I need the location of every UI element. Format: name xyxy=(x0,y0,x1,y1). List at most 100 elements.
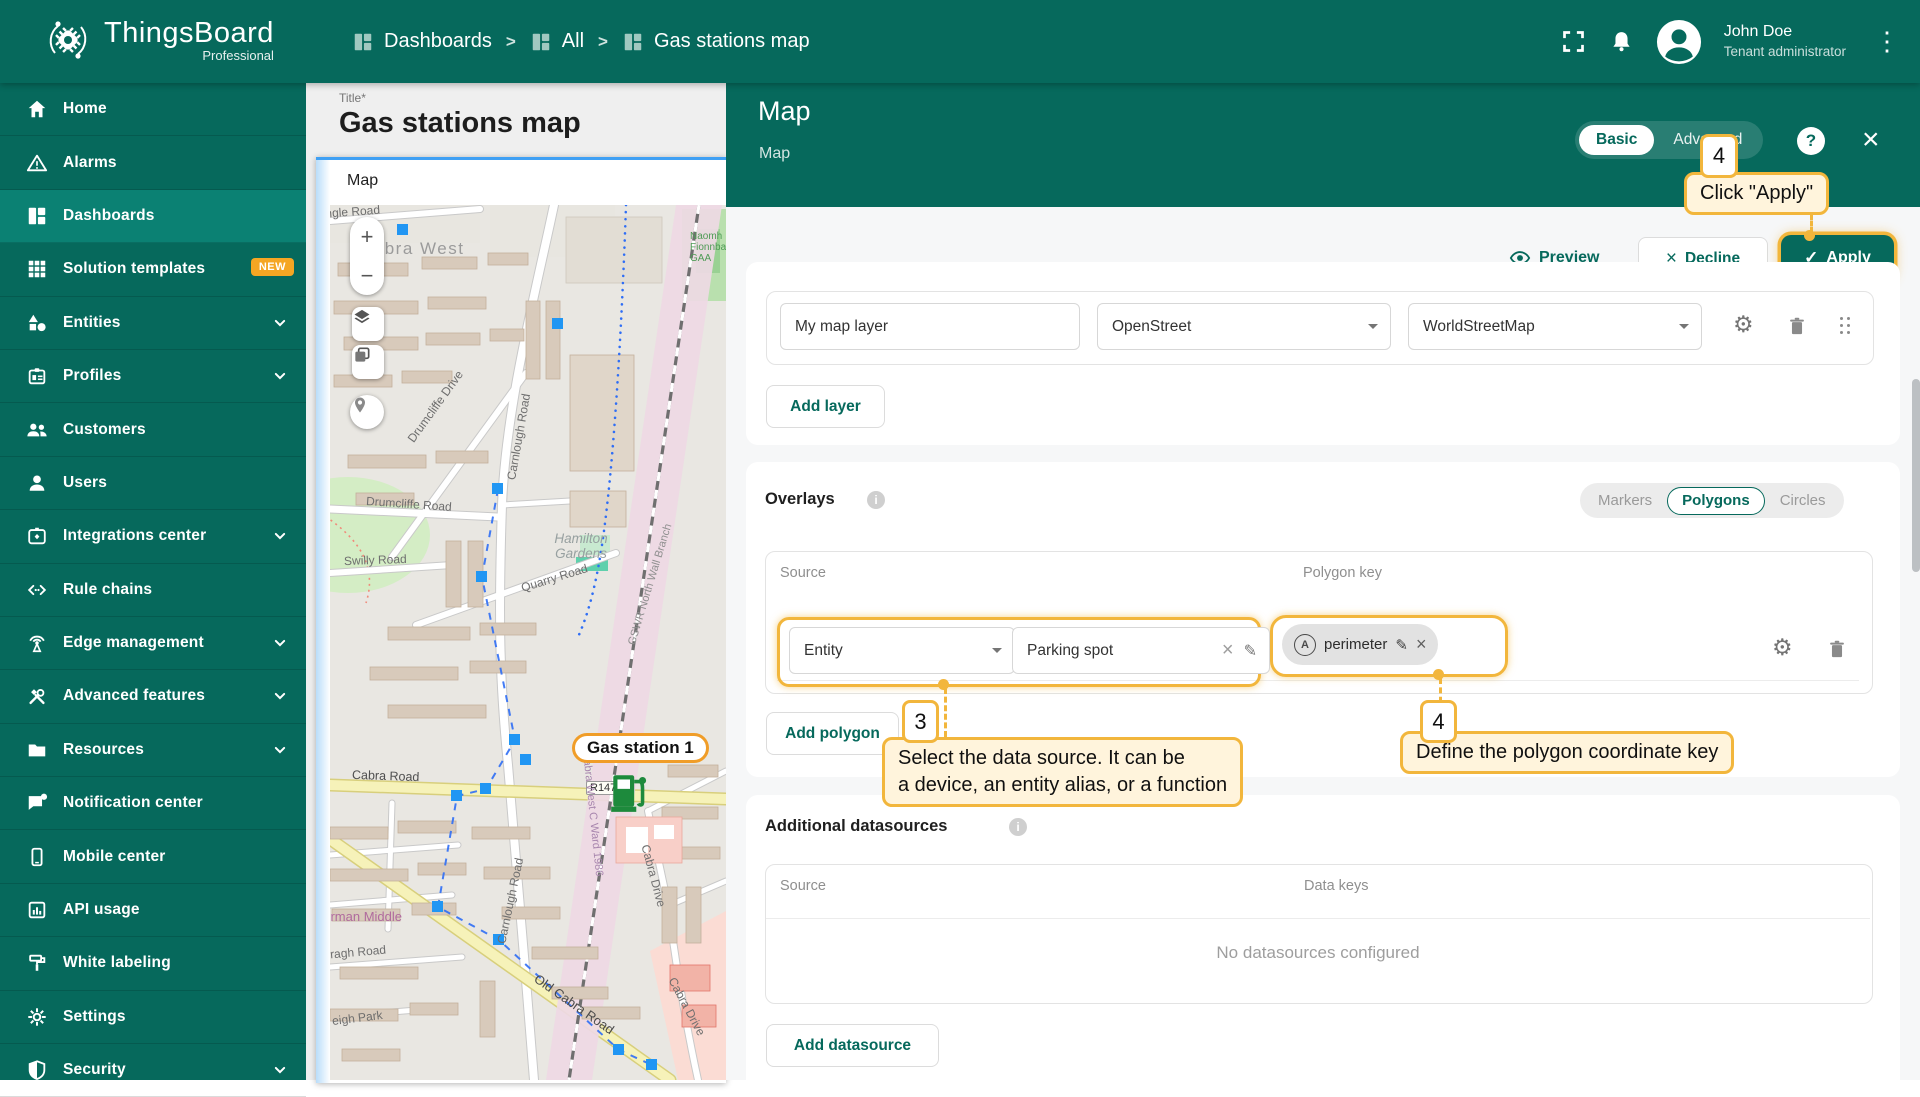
polygon-key-chip[interactable]: A perimeter ✎ × xyxy=(1282,624,1438,665)
clear-icon[interactable]: × xyxy=(1222,639,1234,662)
breadcrumb-current[interactable]: Gas stations map xyxy=(622,30,810,53)
info-icon: i xyxy=(1009,818,1027,836)
layer-delete-trash-icon[interactable] xyxy=(1786,315,1808,337)
breadcrumb-dashboards[interactable]: Dashboards xyxy=(352,30,492,53)
overlay-type-toggle: Markers Polygons Circles xyxy=(1580,483,1844,518)
help-icon[interactable]: ? xyxy=(1797,127,1825,155)
column-header-source: Source xyxy=(780,878,826,894)
zoom-in-button[interactable]: + xyxy=(350,217,384,256)
chevron-down-icon xyxy=(270,633,290,653)
add-layer-button[interactable]: Add layer xyxy=(766,385,885,428)
user-info[interactable]: John Doe Tenant administrator xyxy=(1724,22,1846,62)
brand-name: ThingsBoard xyxy=(104,17,274,49)
pages-icon xyxy=(352,345,372,365)
widget-settings-panel: Map Map Basic Advanced ? × Preview × Dec… xyxy=(726,83,1920,1080)
tour-step-number-4-apply: 4 xyxy=(1700,134,1738,178)
top-bar: ThingsBoard Professional Dashboards > Al… xyxy=(0,0,1920,83)
sidebar-item-security[interactable]: Security xyxy=(0,1044,306,1097)
overlay-settings-gear-icon[interactable]: ⚙ xyxy=(1772,635,1793,659)
sidebar-item-advanced-features[interactable]: Advanced features xyxy=(0,670,306,723)
sidebar-item-mobile-center[interactable]: Mobile center xyxy=(0,830,306,883)
layer-provider-select[interactable]: OpenStreet xyxy=(1097,303,1391,350)
remove-icon[interactable]: × xyxy=(1416,634,1427,655)
info-icon: i xyxy=(867,491,885,509)
widget-selection-edge xyxy=(316,160,330,1083)
sidebar-item-users[interactable]: Users xyxy=(0,457,306,510)
chevron-down-icon xyxy=(270,740,290,760)
layer-drag-handle[interactable] xyxy=(1840,317,1854,337)
sidebar-item-white-labeling[interactable]: White labeling xyxy=(0,937,306,990)
datasources-empty-state: No datasources configured xyxy=(765,943,1871,963)
close-icon[interactable]: × xyxy=(1862,123,1880,157)
gas-pump-icon[interactable] xyxy=(610,769,650,815)
app-logo[interactable]: ThingsBoard Professional xyxy=(44,16,274,64)
tab-basic[interactable]: Basic xyxy=(1579,125,1654,155)
entities-icon xyxy=(26,312,48,334)
new-badge: NEW xyxy=(251,258,294,276)
chevron-down-icon xyxy=(1679,324,1689,334)
location-pin-icon xyxy=(350,395,370,415)
sidebar-item-customers[interactable]: Customers xyxy=(0,403,306,456)
overlay-source-type-select[interactable]: Entity xyxy=(789,627,1015,674)
avatar[interactable] xyxy=(1656,19,1702,65)
dashboard-icon xyxy=(622,31,644,53)
settings-gear-icon xyxy=(26,1006,48,1028)
sidebar-item-entities[interactable]: Entities xyxy=(0,297,306,350)
title-field-label: Title* xyxy=(339,91,366,105)
sidebar-item-resources[interactable]: Resources xyxy=(0,724,306,777)
scrollbar-thumb[interactable] xyxy=(1912,379,1920,572)
fullscreen-icon[interactable] xyxy=(1560,28,1587,55)
add-polygon-button[interactable]: Add polygon xyxy=(766,712,899,755)
overlays-heading: Overlays xyxy=(765,490,835,509)
sidebar-item-solution-templates[interactable]: Solution templatesNEW xyxy=(0,243,306,296)
notification-center-icon xyxy=(26,792,48,814)
sidebar-item-notification-center[interactable]: Notification center xyxy=(0,777,306,830)
dashboard-title-input[interactable]: Gas stations map xyxy=(339,107,581,140)
sidebar-item-profiles[interactable]: Profiles xyxy=(0,350,306,403)
settings-title: Map xyxy=(758,96,811,127)
gas-station-tooltip[interactable]: Gas station 1 xyxy=(572,733,709,763)
sidebar-item-home[interactable]: Home xyxy=(0,83,306,136)
map-preview[interactable]: Cabra West Dingle Road Drumcliffe Drive … xyxy=(330,205,726,1080)
sidebar-item-alarms[interactable]: Alarms xyxy=(0,136,306,189)
edit-pencil-icon[interactable]: ✎ xyxy=(1244,641,1257,661)
customers-icon xyxy=(26,419,48,441)
breadcrumb: Dashboards > All > Gas stations map xyxy=(352,0,810,83)
overlay-source-entity-field[interactable]: Parking spot × ✎ xyxy=(1012,627,1270,674)
sidebar-item-integrations-center[interactable]: Integrations center xyxy=(0,510,306,563)
zoom-out-button[interactable]: − xyxy=(350,256,384,295)
dashboard-icon xyxy=(352,31,374,53)
map-widget-card: Map xyxy=(316,157,726,1083)
edit-pencil-icon[interactable]: ✎ xyxy=(1395,636,1408,654)
sidebar-item-settings[interactable]: Settings xyxy=(0,991,306,1044)
widget-title: Map xyxy=(347,172,378,190)
sidebar-item-edge-management[interactable]: Edge management xyxy=(0,617,306,670)
more-menu-icon[interactable]: ⋮ xyxy=(1868,26,1906,57)
overlay-delete-trash-icon[interactable] xyxy=(1826,638,1848,660)
datasources-heading: Additional datasources xyxy=(765,817,947,836)
breadcrumb-all[interactable]: All xyxy=(530,30,584,53)
layer-settings-gear-icon[interactable]: ⚙ xyxy=(1733,312,1754,336)
add-datasource-button[interactable]: Add datasource xyxy=(766,1024,939,1067)
toggle-markers[interactable]: Markers xyxy=(1583,486,1667,515)
sidebar-item-rule-chains[interactable]: Rule chains xyxy=(0,564,306,617)
toggle-polygons[interactable]: Polygons xyxy=(1667,487,1765,515)
white-labeling-icon xyxy=(26,952,48,974)
tour-tooltip-3: Select the data source. It can be a devi… xyxy=(882,737,1243,807)
map-type-button[interactable] xyxy=(352,345,384,379)
layer-name-input[interactable]: My map layer xyxy=(780,303,1080,350)
map-layers-button[interactable] xyxy=(352,307,384,341)
sidebar-item-dashboards[interactable]: Dashboards xyxy=(0,190,306,243)
notifications-bell-icon[interactable] xyxy=(1609,29,1634,54)
attribute-type-icon: A xyxy=(1294,634,1316,656)
sidebar-item-api-usage[interactable]: API usage xyxy=(0,884,306,937)
chevron-down-icon xyxy=(270,1060,290,1080)
layer-maptype-select[interactable]: WorldStreetMap xyxy=(1408,303,1702,350)
map-zoom-control: + − xyxy=(350,217,384,295)
mobile-center-icon xyxy=(26,846,48,868)
map-locate-button[interactable] xyxy=(350,395,384,429)
column-header-data-keys: Data keys xyxy=(1304,878,1368,894)
tour-connector-dot xyxy=(938,679,949,690)
toggle-circles[interactable]: Circles xyxy=(1765,486,1841,515)
tour-connector-dot xyxy=(1433,669,1444,680)
